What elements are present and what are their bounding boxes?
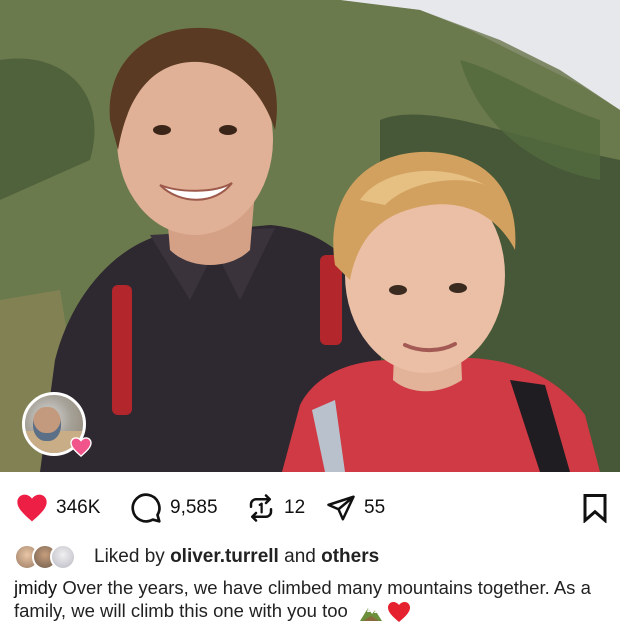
photo-illustration bbox=[0, 0, 620, 472]
like-button[interactable]: 346K bbox=[16, 490, 100, 526]
comment-icon bbox=[131, 493, 161, 523]
repost-count[interactable]: 12 bbox=[284, 497, 305, 519]
repost-button[interactable]: 12 bbox=[246, 490, 305, 526]
post-photo[interactable] bbox=[0, 0, 620, 472]
avatar-face bbox=[33, 407, 61, 441]
liker-avatars bbox=[14, 544, 90, 570]
repost-icon bbox=[249, 494, 273, 522]
comment-button[interactable]: 9,585 bbox=[130, 490, 218, 526]
save-button[interactable] bbox=[582, 490, 608, 526]
liked-by-connector: and bbox=[284, 546, 316, 567]
caption-username[interactable]: jmidy bbox=[14, 577, 57, 598]
share-icon bbox=[327, 495, 355, 521]
liked-by-prefix: Liked by bbox=[94, 546, 165, 567]
pink-heart-badge-icon bbox=[70, 437, 92, 459]
liked-by-row[interactable]: Liked by oliver.turrell and others bbox=[14, 544, 379, 570]
like-count[interactable]: 346K bbox=[56, 497, 100, 519]
liked-by-others-link[interactable]: others bbox=[321, 546, 379, 568]
red-heart-emoji-icon bbox=[387, 602, 410, 623]
share-button[interactable]: 55 bbox=[326, 490, 385, 526]
liked-by-user-link[interactable]: oliver.turrell bbox=[170, 546, 279, 568]
comment-count[interactable]: 9,585 bbox=[170, 497, 218, 519]
share-count[interactable]: 55 bbox=[364, 497, 385, 519]
mountain-emoji-icon bbox=[359, 608, 382, 622]
post-actions-bar: 346K 9,585 12 55 bbox=[0, 490, 620, 526]
post-caption: jmidy Over the years, we have climbed ma… bbox=[14, 576, 614, 623]
caption-text: Over the years, we have climbed many mou… bbox=[14, 577, 591, 621]
avatar bbox=[50, 544, 76, 570]
bookmark-icon bbox=[583, 494, 607, 523]
heart-filled-icon bbox=[17, 494, 47, 522]
